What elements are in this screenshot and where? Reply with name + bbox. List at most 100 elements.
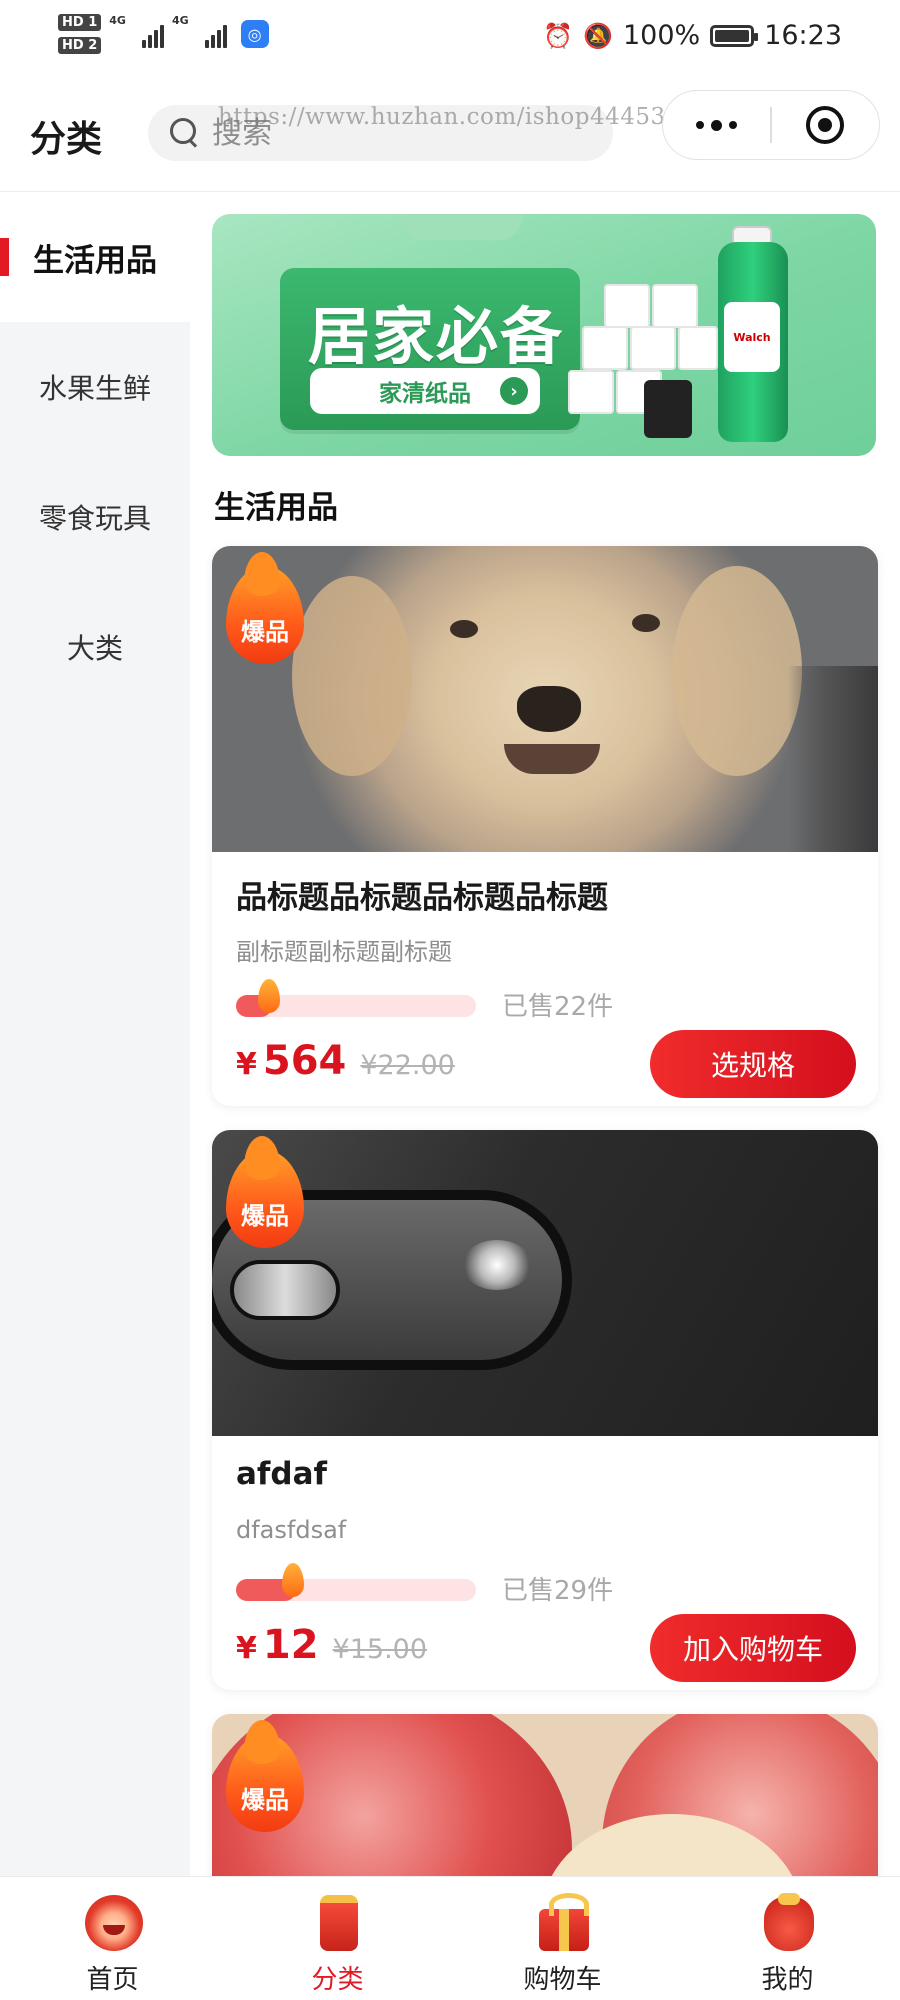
tab-category[interactable]: 分类 bbox=[225, 1877, 450, 2000]
category-box-icon bbox=[306, 1891, 370, 1955]
tissue-pack-image bbox=[582, 326, 628, 370]
sidebar-item-fruits-fresh[interactable]: 水果生鲜 bbox=[0, 322, 190, 452]
product-price: 12 bbox=[262, 1622, 319, 1668]
status-right: ⏰ 🔕 100% 16:23 bbox=[543, 20, 842, 51]
battery-percent: 100% bbox=[622, 20, 701, 51]
product-image[interactable]: 爆品 bbox=[212, 1130, 878, 1436]
background-shadow bbox=[788, 666, 878, 852]
dog-ear-image bbox=[672, 566, 802, 776]
network-type-2: 4G bbox=[171, 14, 189, 27]
product-content: 居家必备 家清纸品 › Walch 生活用品 爆品 品标题品标题品标题品标题 副… bbox=[190, 192, 900, 1876]
status-bar: HD 1 HD 2 4G 4G ◎ ⏰ 🔕 100% 16:23 bbox=[0, 0, 900, 78]
product-image[interactable]: 爆品 bbox=[212, 546, 878, 852]
product-subtitle: dfasfdsaf bbox=[236, 1516, 347, 1544]
lion-head-icon bbox=[81, 1891, 145, 1955]
dog-eye-image bbox=[450, 620, 478, 638]
hd1-indicator: HD 1 bbox=[58, 14, 102, 31]
sidebar-item-label: 生活用品 bbox=[33, 242, 157, 279]
price-row: ¥ 564 ¥22.00 bbox=[236, 1038, 455, 1084]
sidebar-item-snacks-toys[interactable]: 零食玩具 bbox=[0, 452, 190, 582]
sidebar-item-big-category[interactable]: 大类 bbox=[0, 582, 190, 712]
mouse-wheel-image bbox=[230, 1260, 340, 1320]
product-title: afdaf bbox=[236, 1456, 328, 1492]
hot-badge-label: 爆品 bbox=[241, 1202, 289, 1230]
bottle-label: Walch bbox=[724, 302, 780, 372]
product-title: 品标题品标题品标题品标题 bbox=[236, 880, 608, 916]
network-type-1: 4G bbox=[109, 14, 126, 27]
target-circle-icon bbox=[806, 106, 845, 144]
add-to-cart-button[interactable]: 加入购物车 bbox=[650, 1614, 856, 1682]
more-dot-icon bbox=[729, 121, 738, 129]
app-notification-icon: ◎ bbox=[240, 20, 269, 48]
currency-symbol: ¥ bbox=[236, 1631, 257, 1666]
hot-badge-label: 爆品 bbox=[241, 618, 289, 646]
hd-indicators: HD 1 HD 2 bbox=[58, 14, 102, 54]
hot-badge: 爆品 bbox=[226, 1136, 304, 1248]
product-image[interactable]: 爆品 bbox=[212, 1714, 878, 1876]
original-price: ¥22.00 bbox=[360, 1050, 455, 1081]
promo-banner[interactable]: 居家必备 家清纸品 › Walch bbox=[212, 214, 876, 456]
clock: 16:23 bbox=[764, 20, 842, 51]
sidebar-item-label: 水果生鲜 bbox=[38, 372, 151, 405]
tab-home[interactable]: 首页 bbox=[0, 1877, 225, 2000]
hd2-indicator: HD 2 bbox=[58, 37, 102, 54]
watermark: https://www.huzhan.com/ishop44453 bbox=[218, 104, 666, 130]
page: HD 1 HD 2 4G 4G ◎ ⏰ 🔕 100% 16:23 分类 http… bbox=[0, 0, 900, 2000]
signal-icon bbox=[141, 20, 164, 48]
mute-icon: 🔕 bbox=[583, 21, 613, 50]
signal-icon-2 bbox=[204, 20, 227, 48]
product-price: 564 bbox=[262, 1038, 347, 1084]
sidebar-item-label: 大类 bbox=[66, 632, 123, 665]
tissue-pack-image bbox=[678, 326, 718, 370]
status-left: HD 1 HD 2 4G 4G ◎ bbox=[58, 14, 269, 54]
more-button[interactable] bbox=[663, 91, 770, 159]
dog-nose-image bbox=[517, 686, 581, 732]
section-title: 生活用品 bbox=[214, 490, 338, 526]
tab-label: 分类 bbox=[311, 1965, 364, 1995]
gift-box-icon bbox=[531, 1891, 595, 1955]
currency-symbol: ¥ bbox=[236, 1047, 257, 1082]
sidebar-item-label: 零食玩具 bbox=[38, 502, 151, 535]
sold-count: 已售22件 bbox=[502, 992, 614, 1022]
alarm-icon: ⏰ bbox=[543, 21, 574, 50]
banner-button[interactable]: 家清纸品 › bbox=[310, 368, 540, 414]
tissue-pack-image bbox=[630, 326, 676, 370]
product-subtitle: 副标题副标题副标题 bbox=[236, 938, 452, 966]
tab-mine[interactable]: 我的 bbox=[675, 1877, 900, 2000]
close-mini-program-button[interactable] bbox=[772, 91, 879, 159]
flame-icon bbox=[282, 1563, 304, 1597]
product-card[interactable]: 爆品 bbox=[212, 1714, 878, 1876]
mini-program-capsule bbox=[662, 90, 880, 160]
product-card[interactable]: 爆品 品标题品标题品标题品标题 副标题副标题副标题 已售22件 ¥ 564 ¥2… bbox=[212, 546, 878, 1106]
tissue-pack-image bbox=[652, 284, 698, 328]
select-spec-button[interactable]: 选规格 bbox=[650, 1030, 856, 1098]
hot-badge-label: 爆品 bbox=[241, 1786, 289, 1814]
product-card[interactable]: 爆品 afdaf dfasfdsaf 已售29件 ¥ 12 ¥15.00 加入购… bbox=[212, 1130, 878, 1690]
original-price: ¥15.00 bbox=[332, 1634, 428, 1665]
dog-eye-image bbox=[632, 614, 660, 632]
tab-cart[interactable]: 购物车 bbox=[450, 1877, 675, 2000]
category-sidebar: 生活用品 水果生鲜 零食玩具 大类 bbox=[0, 192, 190, 1876]
header: 分类 https://www.huzhan.com/ishop44453 bbox=[0, 86, 900, 186]
banner-title: 居家必备 bbox=[308, 300, 565, 373]
flame-icon bbox=[258, 979, 280, 1013]
banner-decoration bbox=[402, 214, 522, 240]
tab-label: 首页 bbox=[86, 1965, 139, 1995]
price-row: ¥ 12 ¥15.00 bbox=[236, 1622, 427, 1668]
tab-label: 购物车 bbox=[523, 1965, 602, 1995]
tissue-pack-image bbox=[568, 370, 614, 414]
banner-button-label: 家清纸品 bbox=[379, 381, 471, 407]
lucky-bag-icon bbox=[756, 1891, 820, 1955]
product-info: afdaf dfasfdsaf 已售29件 ¥ 12 ¥15.00 加入购物车 bbox=[212, 1436, 878, 1690]
sales-progress-bar bbox=[236, 1563, 476, 1601]
dog-mouth-image bbox=[504, 744, 600, 774]
toilet-roll-image bbox=[644, 380, 692, 438]
sold-count: 已售29件 bbox=[502, 1576, 614, 1606]
hot-badge: 爆品 bbox=[226, 552, 304, 664]
product-info: 品标题品标题品标题品标题 副标题副标题副标题 已售22件 ¥ 564 ¥22.0… bbox=[212, 852, 878, 1106]
dog-ear-image bbox=[292, 576, 412, 776]
sidebar-item-daily-goods[interactable]: 生活用品 bbox=[0, 192, 190, 322]
sales-progress-bar bbox=[236, 979, 476, 1017]
battery-icon bbox=[710, 24, 759, 47]
light-reflection bbox=[462, 1240, 532, 1290]
